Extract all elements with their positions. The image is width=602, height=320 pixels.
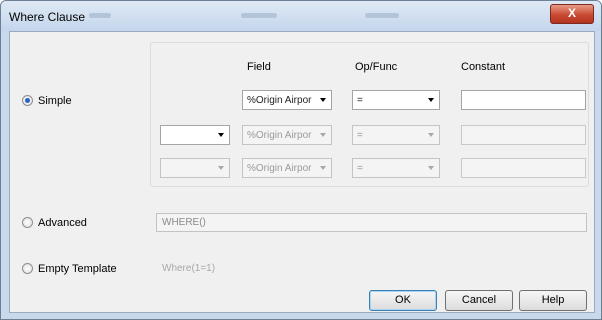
row2-field-value: %Origin Airpor	[247, 130, 312, 141]
title-bar-blur	[365, 13, 399, 18]
dialog-title: Where Clause	[9, 10, 86, 24]
row3-constant-input[interactable]	[461, 158, 586, 178]
dialog-body: Field Op/Func Constant Simple %Origin Ai…	[9, 31, 595, 313]
chevron-down-icon	[320, 133, 326, 137]
where-clause-dialog: Where Clause X Field Op/Func Constant Si…	[0, 0, 602, 320]
row1-op-select[interactable]: =	[352, 90, 440, 110]
ok-button[interactable]: OK	[369, 290, 437, 311]
close-button[interactable]: X	[550, 4, 594, 24]
help-button[interactable]: Help	[519, 290, 587, 311]
title-bar-blur	[241, 13, 277, 18]
field-column-header: Field	[247, 61, 271, 73]
chevron-down-icon	[218, 166, 224, 170]
advanced-radio-label: Advanced	[38, 217, 87, 229]
constant-column-header: Constant	[461, 61, 506, 73]
row2-field-select[interactable]: %Origin Airpor	[242, 125, 332, 145]
empty-template-radio[interactable]	[22, 263, 33, 274]
row1-op-value: =	[357, 95, 363, 106]
simple-radio[interactable]	[22, 95, 33, 106]
chevron-down-icon	[428, 133, 434, 137]
empty-template-text: Where(1=1)	[162, 263, 216, 274]
advanced-where-input[interactable]: WHERE()	[156, 213, 587, 232]
row2-op-select[interactable]: =	[352, 125, 440, 145]
op-func-column-header: Op/Func	[355, 61, 398, 73]
row3-field-select[interactable]: %Origin Airpor	[242, 158, 332, 178]
empty-template-radio-label: Empty Template	[38, 263, 117, 275]
chevron-down-icon	[320, 98, 326, 102]
title-bar: Where Clause X	[1, 1, 601, 31]
row2-op-value: =	[357, 130, 363, 141]
row1-field-select[interactable]: %Origin Airpor	[242, 90, 332, 110]
row3-field-value: %Origin Airpor	[247, 163, 312, 174]
row1-field-value: %Origin Airpor	[247, 95, 312, 106]
close-icon: X	[567, 6, 576, 20]
cancel-button[interactable]: Cancel	[445, 290, 513, 311]
simple-radio-label: Simple	[38, 95, 72, 107]
row1-constant-input[interactable]	[461, 90, 586, 110]
title-bar-blur	[89, 13, 111, 18]
row3-connector-select[interactable]	[160, 158, 230, 178]
advanced-radio[interactable]	[22, 217, 33, 228]
row2-connector-select[interactable]	[160, 125, 230, 145]
chevron-down-icon	[428, 98, 434, 102]
row3-op-select[interactable]: =	[352, 158, 440, 178]
chevron-down-icon	[428, 166, 434, 170]
row3-op-value: =	[357, 163, 363, 174]
chevron-down-icon	[320, 166, 326, 170]
row2-constant-input[interactable]	[461, 125, 586, 145]
chevron-down-icon	[218, 133, 224, 137]
